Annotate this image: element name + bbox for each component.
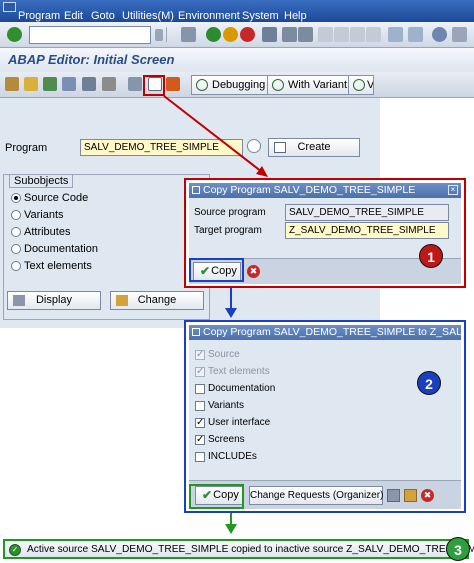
dialog2-window-icon	[192, 328, 200, 336]
dialog1-window-icon	[192, 186, 200, 194]
dialog1-close-icon[interactable]: ×	[448, 185, 458, 195]
source-program-field: SALV_DEMO_TREE_SIMPLE	[285, 204, 449, 221]
checkbox-user-interface[interactable]: ✓	[195, 418, 205, 428]
target-program-label: Target program	[194, 225, 262, 236]
checkbox-includes[interactable]	[195, 452, 205, 462]
checkbox-documentation-label: Documentation	[208, 383, 276, 394]
checkbox-variants-label: Variants	[208, 400, 244, 411]
checkbox-source: ✓	[195, 349, 205, 360]
dialog2-title: Copy Program SALV_DEMO_TREE_SIMPLE to Z_…	[203, 326, 461, 338]
checkbox-screens[interactable]: ✓	[195, 435, 205, 445]
checkbox-documentation[interactable]	[195, 384, 205, 394]
checkbox-text-elements-label: Text elements	[208, 366, 270, 377]
dialog2-copy-highlight	[189, 484, 244, 509]
checkbox-screens-label: Screens	[208, 434, 245, 445]
dialog2-list-icon[interactable]	[387, 489, 400, 502]
checkbox-includes-label: INCLUDEs	[208, 451, 257, 462]
status-bar: ✓ Active source SALV_DEMO_TREE_SIMPLE co…	[3, 539, 474, 559]
arrowhead-dialog2	[225, 308, 237, 318]
change-requests-button[interactable]: Change Requests (Organizer)	[249, 486, 383, 505]
dialog2-edit-icon[interactable]	[404, 489, 417, 502]
dialog2-titlebar: Copy Program SALV_DEMO_TREE_SIMPLE to Z_…	[189, 325, 461, 340]
dialog2-body: ✓ Source ✓ Text elements Documentation V…	[189, 340, 461, 480]
arrow-to-dialog1	[163, 95, 263, 173]
success-check-icon: ✓	[9, 544, 21, 556]
target-program-input[interactable]: Z_SALV_DEMO_TREE_SIMPLE	[285, 222, 449, 239]
source-program-label: Source program	[194, 207, 266, 218]
arrowhead-status	[225, 524, 237, 534]
checkbox-variants[interactable]	[195, 401, 205, 411]
checkbox-source-label: Source	[208, 349, 240, 360]
status-message: Active source SALV_DEMO_TREE_SIMPLE copi…	[27, 544, 474, 555]
dialog1-title: Copy Program SALV_DEMO_TREE_SIMPLE	[203, 184, 416, 196]
checkbox-text-elements: ✓	[195, 366, 205, 377]
step-3-badge: 3	[446, 537, 470, 561]
checkbox-user-interface-label: User interface	[208, 417, 271, 428]
dialog1-titlebar: Copy Program SALV_DEMO_TREE_SIMPLE ×	[189, 183, 461, 198]
dialog1-cancel-icon[interactable]: ✖	[247, 265, 260, 278]
dialog2-cancel-icon[interactable]: ✖	[421, 489, 434, 502]
dialog1-copy-highlight	[189, 258, 244, 282]
step-1-badge: 1	[419, 244, 443, 268]
step-2-badge: 2	[417, 371, 441, 395]
